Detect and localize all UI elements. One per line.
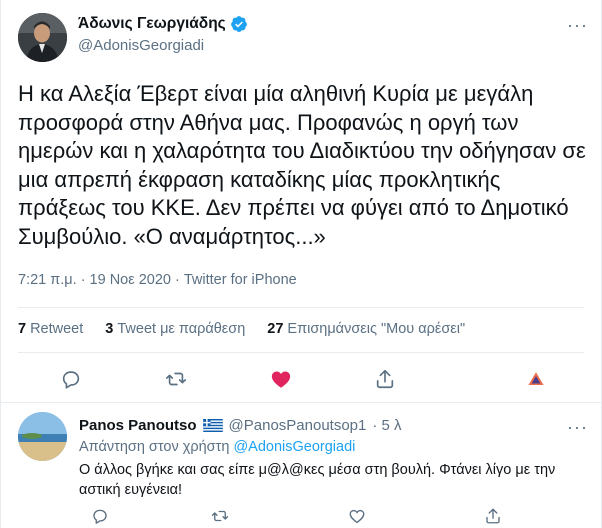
quotes-count: 3 [105, 321, 114, 337]
reply-text: Ο άλλος βγήκε και σας είπε μ@λ@κες μέσα … [79, 462, 556, 498]
reply-header: Panos Panoutso @PanosPanoutsop1 · 5 λ [79, 417, 402, 434]
share-icon[interactable] [482, 505, 504, 527]
reply-author-name[interactable]: Panos Panoutso [79, 417, 197, 434]
retweet-icon[interactable] [209, 505, 231, 527]
retweets-stat[interactable]: 7 Retweet [18, 321, 83, 337]
greek-flag-icon [202, 419, 223, 432]
retweets-count: 7 [18, 321, 27, 337]
quotes-stat[interactable]: 3 Tweet με παράθεση [105, 321, 245, 337]
reply-author-handle[interactable]: @PanosPanoutsop1 [229, 417, 367, 434]
author-handle[interactable]: @AdonisGeorgiadi [78, 37, 204, 54]
author-avatar[interactable] [18, 13, 67, 62]
divider [18, 352, 584, 353]
share-icon[interactable] [372, 366, 398, 392]
reply-time[interactable]: · 5 λ [372, 417, 401, 434]
likes-stat[interactable]: 27 Επισημάνσεις "Μου αρέσει" [267, 321, 465, 337]
engagement-stats: 7 Retweet 3 Tweet με παράθεση 27 Επισημάνσε… [18, 321, 465, 337]
reply-author-avatar[interactable] [18, 412, 67, 461]
more-options-icon[interactable]: ··· [567, 15, 588, 36]
reply-more-options-icon[interactable]: ··· [567, 417, 588, 438]
like-icon-filled[interactable] [268, 366, 294, 392]
retweets-label: Retweet [30, 321, 84, 337]
tweet-timestamp-source[interactable]: 7:21 π.μ. · 19 Νοε 2020 · Twitter for iP… [18, 272, 297, 288]
divider [1, 402, 601, 403]
divider [18, 307, 584, 308]
likes-count: 27 [267, 321, 284, 337]
reply-action-bar [1, 505, 602, 527]
like-icon[interactable] [346, 505, 368, 527]
retweet-icon[interactable] [163, 366, 189, 392]
author-name-row[interactable]: Άδωνις Γεωργιάδης [78, 15, 248, 33]
tweet-text: Η κα Αλεξία Έβερτ είναι μία αληθινή Κυρί… [18, 81, 586, 249]
analytics-icon[interactable] [523, 366, 549, 392]
replying-to-handle[interactable]: @AdonisGeorgiadi [233, 439, 355, 455]
replying-to-prefix: Απάντηση στον χρήστη [79, 439, 230, 455]
verified-badge-icon [230, 16, 247, 32]
tweet-detail-view: Άδωνις Γεωργιάδης @AdonisGeorgiadi ··· Η… [0, 0, 602, 528]
replying-to: Απάντηση στον χρήστη @AdonisGeorgiadi [79, 439, 355, 455]
tweet-action-bar [1, 366, 602, 394]
quotes-label: Tweet με παράθεση [117, 321, 246, 337]
author-name[interactable]: Άδωνις Γεωργιάδης [78, 15, 226, 33]
likes-label: Επισημάνσεις "Μου αρέσει" [287, 321, 466, 337]
reply-icon[interactable] [89, 505, 111, 527]
reply-icon[interactable] [58, 366, 84, 392]
